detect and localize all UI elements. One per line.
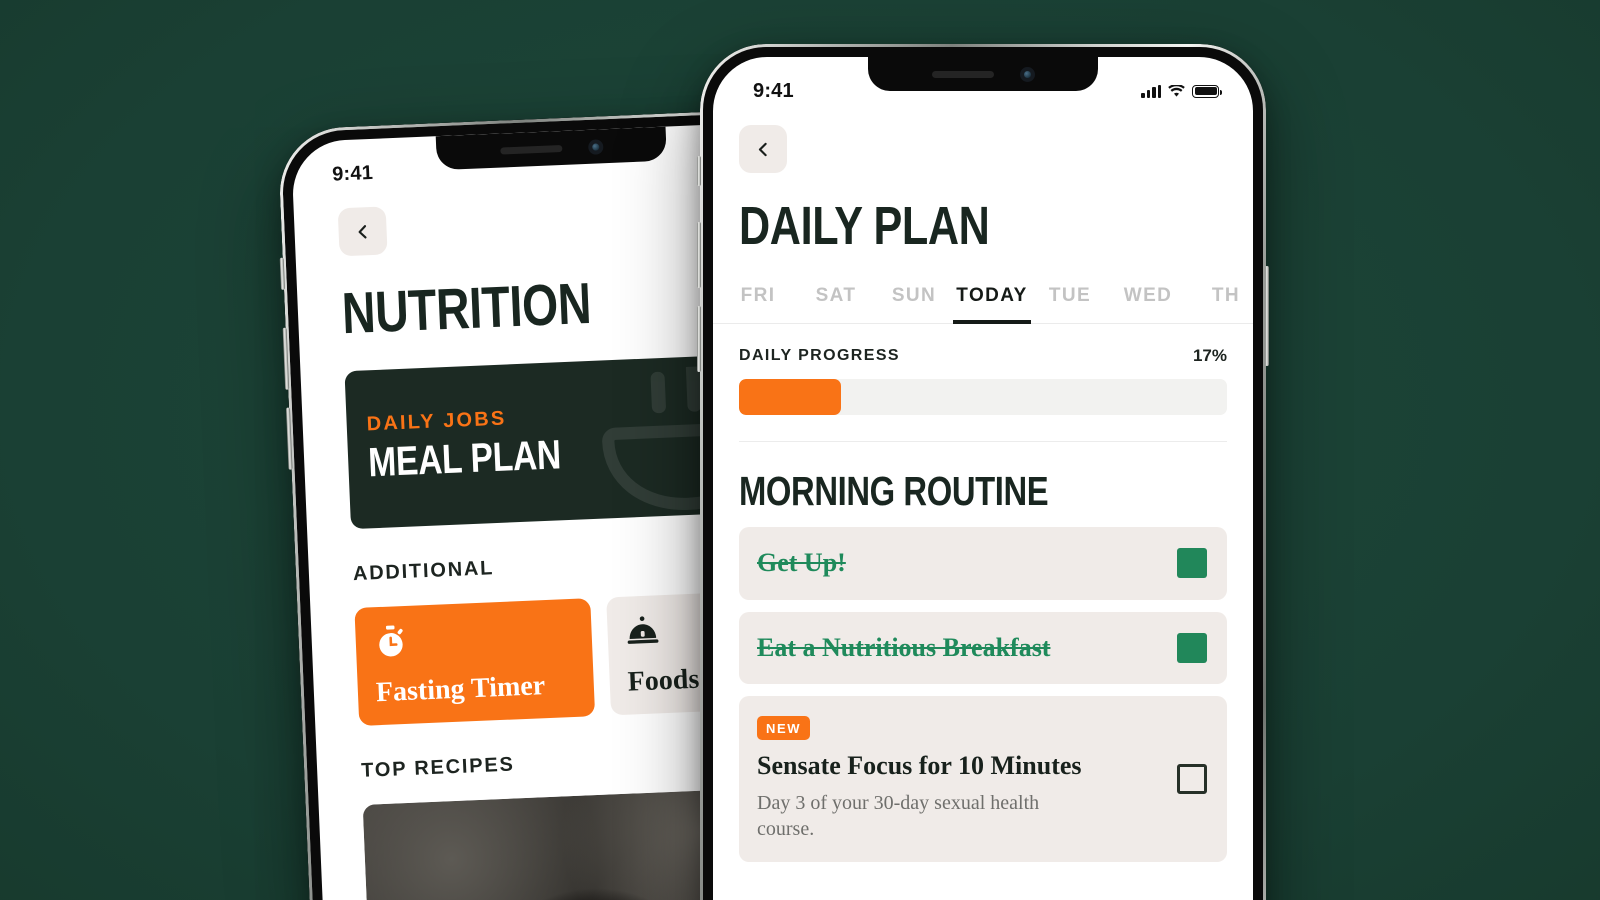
- volume-up-button[interactable]: [282, 327, 290, 390]
- page-title: NUTRITION: [340, 270, 593, 347]
- chevron-left-icon: [758, 142, 767, 156]
- power-button[interactable]: [1265, 266, 1269, 366]
- status-time: 9:41: [753, 79, 794, 102]
- daily-progress-header: DAILY PROGRESS 17%: [739, 324, 1227, 366]
- phone-device-right: 9:41 DAILY PLAN FRI SAT SUN TODAY TUE WE…: [697, 44, 1269, 900]
- wifi-icon: [1168, 84, 1185, 97]
- status-time: 9:41: [331, 161, 374, 186]
- daily-progress-percent: 17%: [1192, 346, 1227, 365]
- app-content-right: DAILY PLAN FRI SAT SUN TODAY TUE WED TH …: [713, 57, 1253, 900]
- daily-progress-label: DAILY PROGRESS: [739, 347, 900, 364]
- volume-up-button[interactable]: [697, 222, 701, 288]
- day-tab-thu[interactable]: TH: [1187, 279, 1253, 324]
- battery-icon: [1192, 84, 1222, 98]
- earpiece-speaker-icon: [931, 70, 994, 78]
- scene-background: 9:41 NUTRITION DAILY JOBS MEAL PLAN ADDI…: [0, 0, 1600, 900]
- stopwatch-icon: [373, 617, 574, 659]
- task-name: Eat a Nutritious Breakfast: [757, 632, 1051, 662]
- status-icons: [1141, 84, 1222, 98]
- back-button[interactable]: [739, 125, 787, 173]
- page-title: DAILY PLAN: [739, 196, 990, 256]
- screen-right: 9:41 DAILY PLAN FRI SAT SUN TODAY TUE WE…: [713, 57, 1253, 900]
- header-right: DAILY PLAN: [713, 109, 1253, 257]
- mute-switch[interactable]: [697, 156, 701, 186]
- day-tab-fri[interactable]: FRI: [719, 279, 797, 324]
- day-tab-today[interactable]: TODAY: [953, 279, 1031, 324]
- tile-label: Fasting Timer: [375, 670, 546, 709]
- task-name: Get Up!: [757, 548, 846, 577]
- day-tab-sun[interactable]: SUN: [875, 279, 953, 324]
- task-row[interactable]: NEW Sensate Focus for 10 Minutes Day 3 o…: [739, 696, 1227, 863]
- day-tab-sat[interactable]: SAT: [797, 279, 875, 324]
- volume-down-button[interactable]: [697, 306, 701, 372]
- back-button[interactable]: [337, 206, 388, 257]
- task-name: Sensate Focus for 10 Minutes: [757, 751, 1082, 780]
- daily-progress-fill: [739, 379, 842, 415]
- front-camera-icon: [587, 138, 604, 155]
- daily-progress-bar: [739, 379, 1227, 415]
- front-camera-icon: [1019, 66, 1035, 82]
- section-title-morning-routine: MORNING ROUTINE: [739, 468, 1049, 514]
- main-content: DAILY PROGRESS 17% MORNING ROUTINE Get U…: [713, 324, 1253, 863]
- task-row[interactable]: Get Up!: [739, 527, 1227, 600]
- earpiece-speaker-icon: [499, 144, 562, 155]
- day-tab-tue[interactable]: TUE: [1031, 279, 1109, 324]
- volume-down-button[interactable]: [285, 407, 293, 470]
- checkbox-unchecked[interactable]: [1177, 764, 1207, 795]
- notch-right: [868, 57, 1098, 91]
- day-tabs: FRI SAT SUN TODAY TUE WED TH: [713, 279, 1253, 324]
- chevron-left-icon: [358, 224, 367, 239]
- checkbox-checked[interactable]: [1177, 548, 1207, 579]
- mute-switch[interactable]: [279, 257, 286, 290]
- status-badge: NEW: [757, 716, 811, 740]
- task-row[interactable]: Eat a Nutritious Breakfast: [739, 611, 1227, 684]
- checkbox-checked[interactable]: [1177, 632, 1207, 663]
- tile-fasting-timer[interactable]: Fasting Timer: [354, 598, 596, 726]
- section-divider: [739, 441, 1227, 442]
- task-description: Day 3 of your 30-day sexual health cours…: [757, 791, 1040, 840]
- day-tab-wed[interactable]: WED: [1109, 279, 1187, 324]
- cellular-signal-icon: [1141, 84, 1161, 98]
